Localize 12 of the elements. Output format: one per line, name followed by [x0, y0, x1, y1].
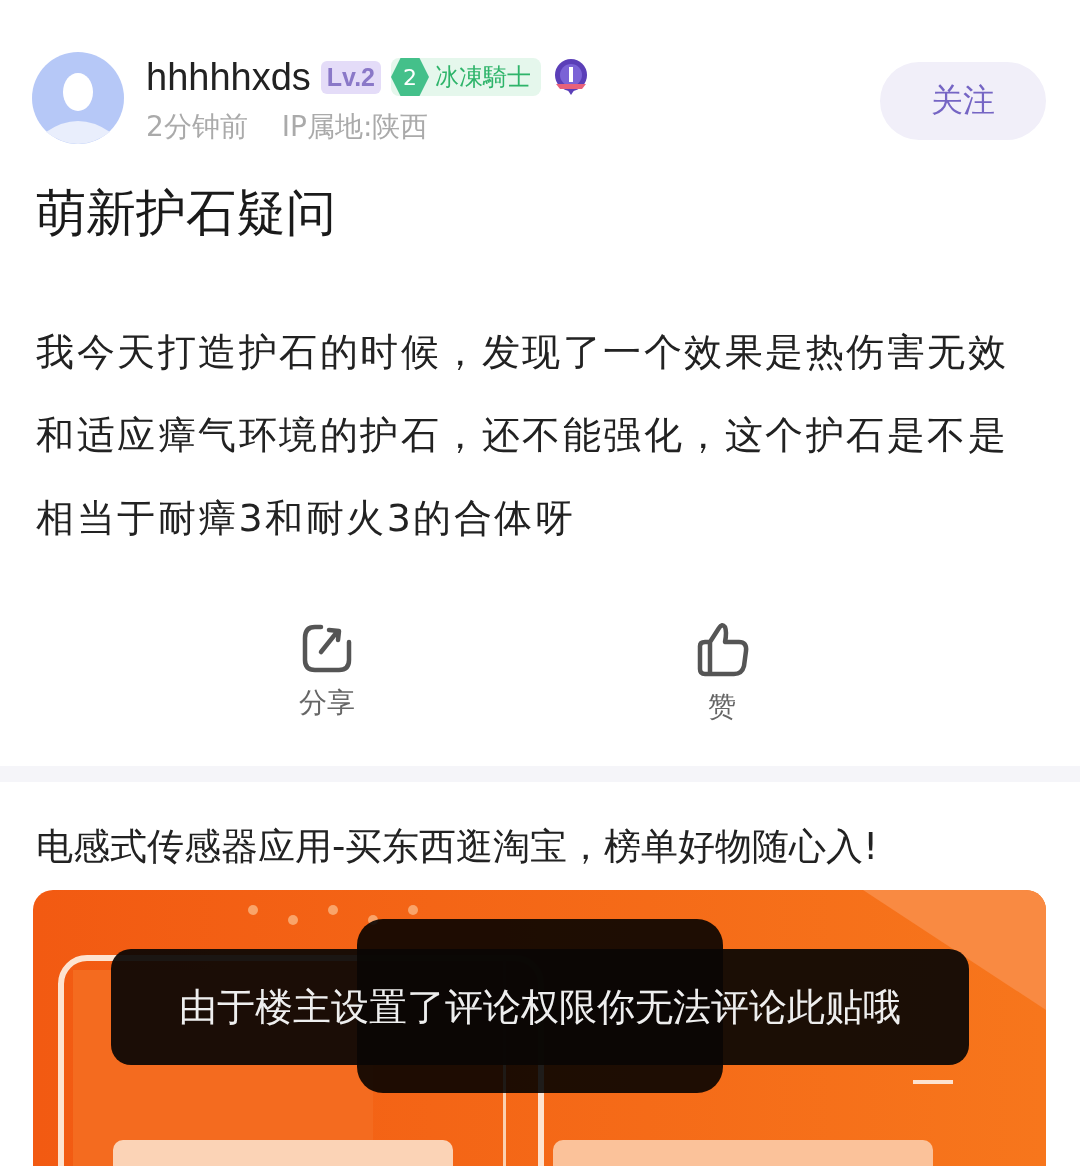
honor-badge: 2 冰凍騎士	[391, 58, 541, 96]
username[interactable]: hhhhhxds	[146, 55, 311, 99]
level-badge: Lv.2	[320, 60, 381, 94]
follow-button[interactable]: 关注	[880, 62, 1046, 140]
post-body: 我今天打造护石的时候，发现了一个效果是热伤害无效和适应瘴气环境的护石，还不能强化，这个护石是不是相当于耐瘴3和耐火3的合体呀	[36, 329, 1009, 542]
post-time: 2分钟前	[146, 109, 248, 145]
share-button[interactable]: 分享	[298, 620, 355, 726]
ad-title[interactable]: 电感式传感器应用-买东西逛淘宝，榜单好物随心入!	[36, 822, 1044, 872]
like-button[interactable]: 赞	[691, 620, 752, 726]
toast-message: 由于楼主设置了评论权限你无法评论此贴哦	[111, 949, 969, 1065]
ip-location: IP属地:陕西	[281, 109, 429, 145]
post-title: 萌新护石疑问	[36, 183, 337, 244]
